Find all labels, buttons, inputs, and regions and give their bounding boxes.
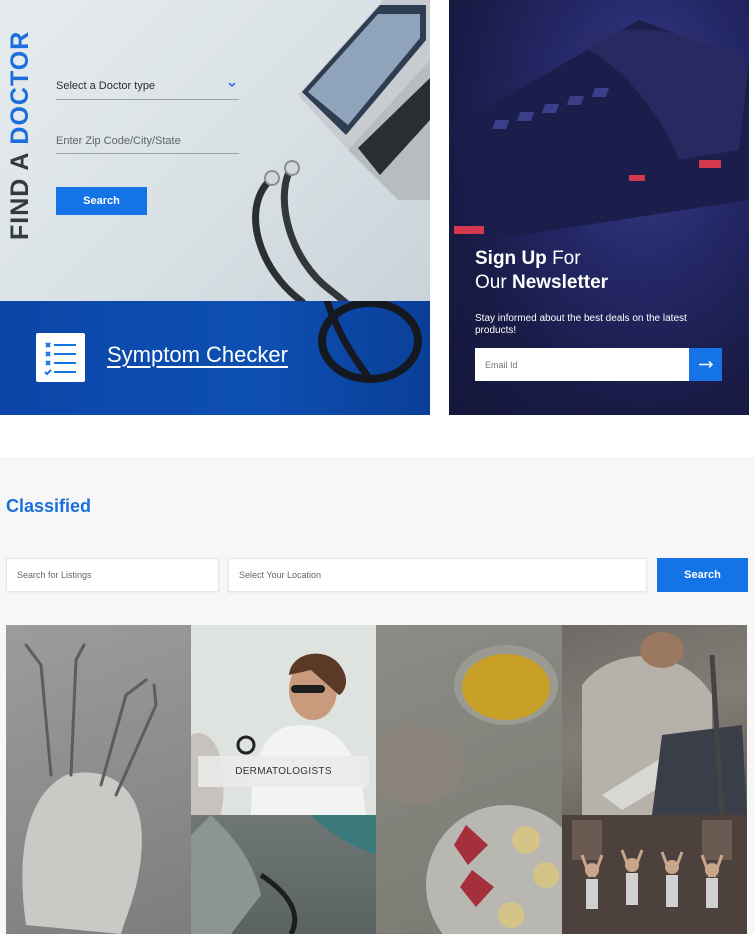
classified-search-button[interactable]: Search <box>657 558 748 592</box>
find-doctor-title-prefix: FIND A <box>6 152 34 240</box>
classified-section: Classified Search DERMATOLOGISTS <box>0 457 755 934</box>
newsletter-heading-bold-2: Newsletter <box>511 272 609 293</box>
find-doctor-title-accent: DOCTOR <box>6 30 34 145</box>
newsletter-heading-text-1: For <box>552 248 581 269</box>
newsletter-heading-text-2: Our <box>475 272 507 293</box>
newsletter-heading: Sign Up For Our Newsletter <box>475 247 608 295</box>
chevron-down-icon <box>228 82 236 88</box>
checklist-icon[interactable] <box>36 333 85 382</box>
doctor-type-select-value: Select a Doctor type <box>56 80 156 92</box>
tile-orthopedics[interactable] <box>562 625 747 815</box>
fitness-illustration <box>562 815 747 934</box>
newsletter-heading-bold-1: Sign Up <box>475 248 547 269</box>
tile-fitness[interactable] <box>562 815 747 934</box>
dental-tools-illustration <box>22 643 158 934</box>
newsletter-description: Stay informed about the best deals on th… <box>475 313 687 336</box>
doctor-type-select[interactable]: Select a Doctor type <box>56 73 239 100</box>
tile-dentist[interactable] <box>6 625 191 934</box>
newsletter-submit-button[interactable] <box>689 348 722 381</box>
orthopedics-illustration <box>582 632 747 815</box>
arrow-right-icon <box>699 360 714 369</box>
tile-nutrition[interactable] <box>376 625 562 934</box>
location-select-input[interactable] <box>228 558 647 592</box>
listing-search-input[interactable] <box>6 558 219 592</box>
stethoscope-illustration <box>252 160 349 301</box>
tile-blood-pressure[interactable] <box>191 815 376 934</box>
newsletter-panel: Sign Up For Our Newsletter Stay informed… <box>449 0 749 415</box>
classified-title: Classified <box>6 496 92 516</box>
keyboard-hands-illustration <box>449 20 749 240</box>
zip-code-input[interactable] <box>56 128 239 154</box>
blood-pressure-illustration <box>191 815 376 934</box>
newsletter-email-input[interactable] <box>475 348 689 381</box>
symptom-checker-link[interactable]: Symptom Checker <box>107 342 288 368</box>
dermatologists-label: DERMATOLOGISTS <box>198 756 369 787</box>
symptom-checker-panel: Symptom Checker <box>0 301 430 415</box>
find-doctor-search-button[interactable]: Search <box>56 187 147 215</box>
find-doctor-title: FIND A DOCTOR <box>6 31 35 240</box>
tile-dermatologists[interactable]: DERMATOLOGISTS <box>191 625 376 815</box>
stethoscope-tube-illustration <box>318 301 422 383</box>
find-doctor-panel: FIND A DOCTOR Select a Doctor type Searc… <box>0 0 430 301</box>
nutrition-illustration <box>376 645 562 934</box>
